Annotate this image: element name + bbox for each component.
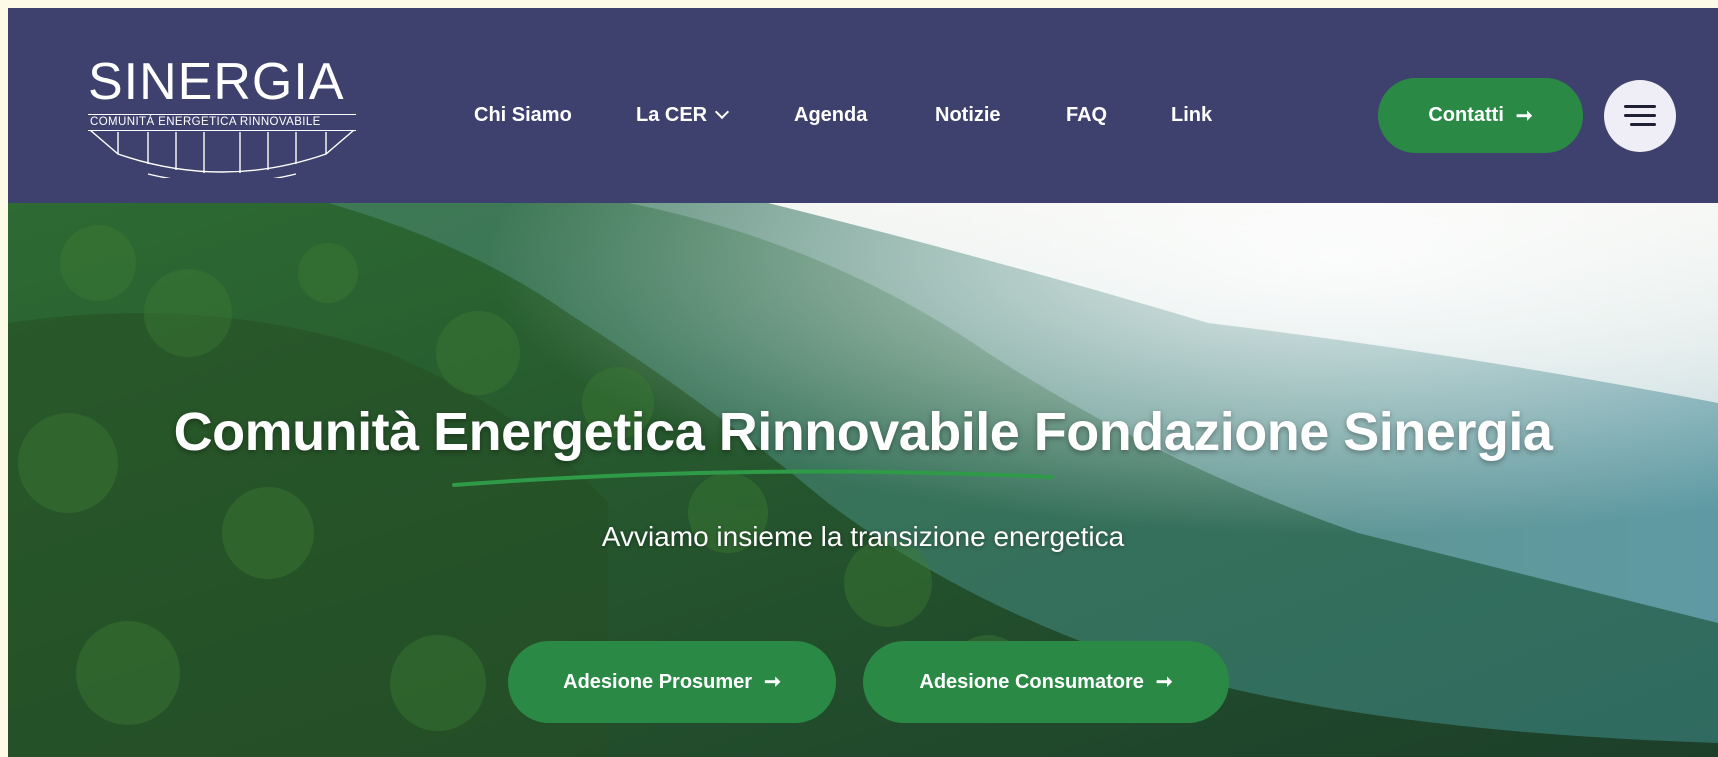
arrow-right-icon: ➞	[1155, 671, 1173, 693]
nav-item-label: Chi Siamo	[474, 104, 572, 126]
chevron-down-icon	[715, 104, 730, 120]
contact-button[interactable]: Contatti ➞	[1378, 78, 1583, 153]
nav-item-chi-siamo[interactable]: Chi Siamo	[474, 104, 572, 127]
nav-item-label: Agenda	[794, 104, 868, 126]
nav-item-label: La CER	[636, 104, 708, 126]
arrow-right-icon: ➞	[1515, 104, 1533, 127]
hero-title: Comunità Energetica Rinnovabile Fondazio…	[173, 402, 1553, 462]
bridge-logo-icon	[89, 130, 355, 178]
adesione-prosumer-label: Adesione Prosumer	[563, 670, 753, 693]
site-header: SINERGIA COMUNITÀ ENERGETICA RINNOVABILE	[8, 8, 1718, 203]
nav-item-link[interactable]: Link	[1171, 104, 1212, 127]
hero-subtitle: Avviamo insieme la transizione energetic…	[601, 521, 1125, 552]
contact-button-label: Contatti	[1428, 104, 1504, 126]
arrow-right-icon: ➞	[764, 671, 781, 693]
nav-item-notizie[interactable]: Notizie	[935, 104, 1001, 127]
site-logo[interactable]: SINERGIA COMUNITÀ ENERGETICA RINNOVABILE	[88, 53, 358, 178]
page: SINERGIA COMUNITÀ ENERGETICA RINNOVABILE	[8, 8, 1718, 757]
nav-item-agenda[interactable]: Agenda	[794, 104, 867, 127]
adesione-prosumer-button[interactable]: Adesione Prosumer ➞	[508, 641, 836, 723]
nav-item-label: Notizie	[935, 104, 1001, 126]
nav-item-faq[interactable]: FAQ	[1066, 104, 1107, 127]
hamburger-menu-icon-bar	[1624, 114, 1656, 117]
hamburger-menu-icon	[1624, 105, 1656, 108]
hero-section: Comunità Energetica Rinnovabile Fondazio…	[8, 203, 1718, 757]
adesione-consumatore-label: Adesione Consumatore	[919, 670, 1144, 693]
adesione-consumatore-button[interactable]: Adesione Consumatore ➞	[863, 641, 1229, 723]
logo-wordmark: SINERGIA	[88, 53, 345, 111]
nav-item-la-cer[interactable]: La CER	[636, 104, 730, 127]
nav-item-label: Link	[1171, 104, 1213, 126]
nav-item-label: FAQ	[1066, 104, 1108, 126]
title-underline-decoration	[452, 469, 1054, 487]
hamburger-menu-button[interactable]	[1604, 80, 1676, 152]
hamburger-menu-icon-bar	[1630, 123, 1656, 126]
logo-tagline: COMUNITÀ ENERGETICA RINNOVABILE	[88, 114, 356, 131]
